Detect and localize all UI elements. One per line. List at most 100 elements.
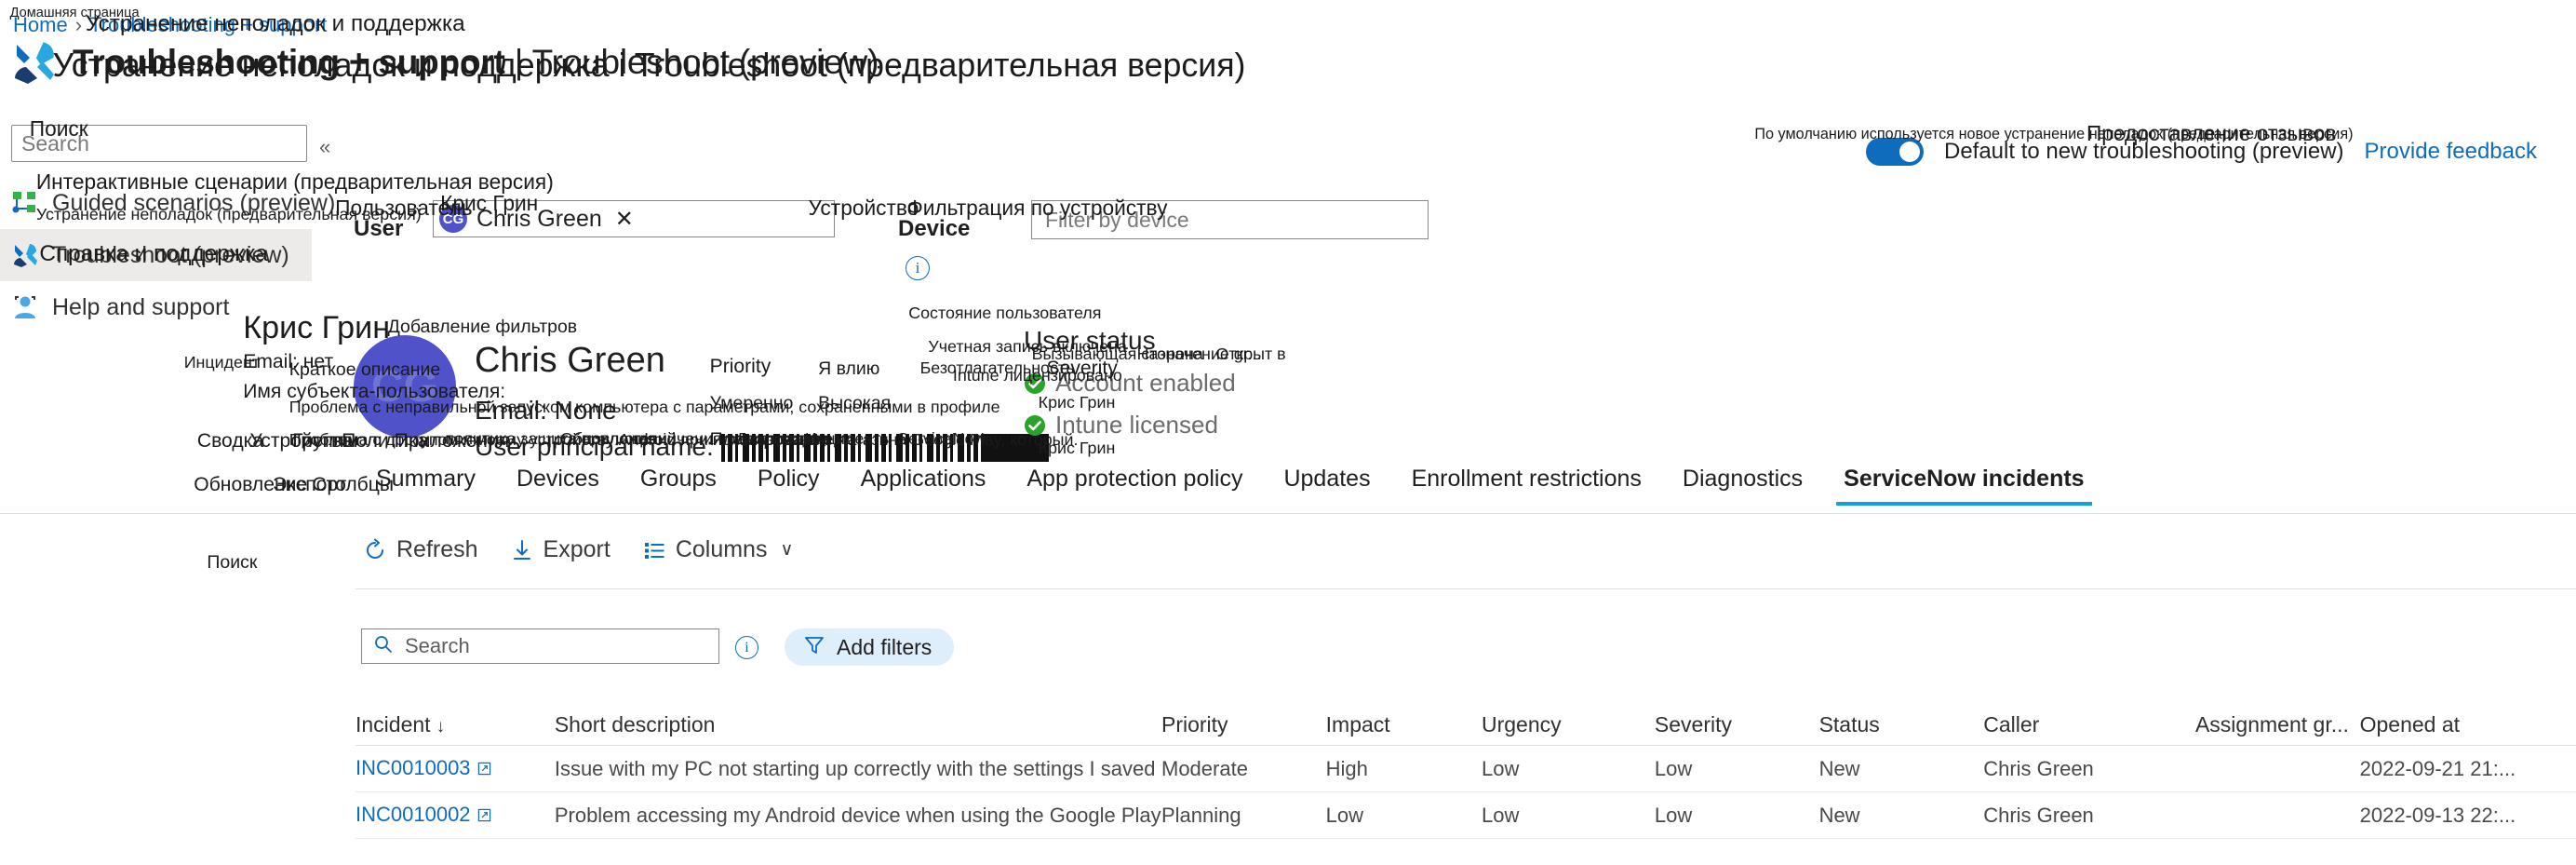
column-header-incident[interactable]: Incident ↓ bbox=[356, 712, 555, 737]
toggle-knob bbox=[1898, 142, 1920, 162]
table-header-row: Incident ↓ Short description Priority Imp… bbox=[356, 703, 2576, 746]
profile-upn-label: User principal name: bbox=[475, 432, 714, 461]
device-filter-input[interactable]: Filter by device bbox=[1031, 200, 1429, 239]
table-row: INC0010003 Issue with my PC not starting… bbox=[356, 746, 2576, 792]
search-input[interactable]: Search bbox=[361, 628, 719, 664]
tab-app-protection-policy[interactable]: App protection policy bbox=[1006, 466, 1263, 506]
avatar: CG bbox=[354, 335, 456, 438]
user-status-label: Account enabled bbox=[1055, 369, 1236, 397]
search-icon bbox=[373, 634, 394, 659]
columns-label: Columns bbox=[675, 536, 768, 562]
refresh-icon bbox=[363, 538, 387, 562]
sidebar-item-guided-scenarios[interactable]: Guided scenarios (preview) bbox=[0, 177, 335, 229]
cell-status: New bbox=[1818, 803, 1860, 827]
user-chip-name: Chris Green bbox=[476, 205, 602, 232]
export-label: Export bbox=[543, 536, 610, 562]
breadcrumb-separator: › bbox=[74, 13, 83, 36]
sort-descending-icon: ↓ bbox=[436, 716, 446, 737]
sidebar-item-help-and-support[interactable]: Help and support bbox=[0, 281, 312, 333]
page-title-sub: Troubleshoot (preview) bbox=[531, 43, 879, 81]
user-status-item: Intune licensed bbox=[1024, 411, 1236, 439]
column-header-short-description[interactable]: Short description bbox=[555, 712, 1161, 737]
tab-updates[interactable]: Updates bbox=[1263, 466, 1390, 506]
tab-applications[interactable]: Applications bbox=[840, 466, 1007, 506]
export-button[interactable]: Export bbox=[510, 536, 610, 563]
tab-diagnostics[interactable]: Diagnostics bbox=[1662, 466, 1823, 506]
breadcrumb: Home › Troubleshooting + support bbox=[13, 13, 327, 37]
page-title: Troubleshooting + support | Troubleshoot… bbox=[73, 43, 879, 82]
breadcrumb-home-link[interactable]: Home bbox=[13, 13, 68, 36]
column-header-assignment-group[interactable]: Assignment gr... bbox=[2195, 712, 2360, 737]
cell-impact: High bbox=[1325, 756, 1368, 780]
column-header-severity[interactable]: Severity bbox=[1655, 712, 1819, 737]
incident-link[interactable]: INC0010002 bbox=[356, 803, 471, 826]
tab-bar: Summary Devices Groups Policy Applicatio… bbox=[356, 466, 2105, 506]
breadcrumb-current-link[interactable]: Troubleshooting + support bbox=[89, 13, 327, 36]
tab-summary[interactable]: Summary bbox=[356, 466, 496, 506]
page-title-row: Troubleshooting + support | Troubleshoot… bbox=[9, 37, 879, 88]
overlay-text: Добавление фильтров bbox=[387, 317, 578, 338]
open-in-new-icon[interactable] bbox=[477, 757, 491, 781]
tab-enrollment-restrictions[interactable]: Enrollment restrictions bbox=[1391, 466, 1662, 506]
column-header-status[interactable]: Status bbox=[1819, 712, 1984, 737]
device-filter-placeholder: Filter by device bbox=[1045, 207, 1189, 232]
cell-caller: Chris Green bbox=[1983, 756, 2094, 780]
column-header-caller[interactable]: Caller bbox=[1983, 712, 2195, 737]
overlay-text: Устройства bbox=[249, 429, 353, 452]
user-status-panel: User status Account enabled Intune licen… bbox=[1024, 326, 1236, 439]
cell-priority: Moderate bbox=[1161, 756, 1248, 780]
tab-groups[interactable]: Groups bbox=[620, 466, 737, 506]
guided-scenarios-icon bbox=[11, 189, 39, 217]
info-icon[interactable]: i bbox=[906, 256, 930, 280]
wrench-screwdriver-icon bbox=[9, 37, 60, 88]
profile-name: Chris Green bbox=[475, 341, 665, 380]
column-header-priority[interactable]: Priority bbox=[1161, 712, 1326, 737]
check-circle-icon bbox=[1024, 372, 1046, 395]
profile-upn-redacted-value bbox=[720, 434, 1049, 462]
top-right-controls: Default to new troubleshooting (preview)… bbox=[1865, 138, 2537, 166]
cell-incident: INC0010003 bbox=[356, 756, 555, 781]
add-filters-button[interactable]: Add filters bbox=[785, 628, 955, 666]
overlay-text: Инцидент bbox=[183, 353, 261, 372]
column-header-impact[interactable]: Impact bbox=[1326, 712, 1482, 737]
overlay-text: Поиск bbox=[207, 551, 258, 573]
incident-link[interactable]: INC0010003 bbox=[356, 756, 471, 779]
table-row: INC0010002 Problem accessing my Android … bbox=[356, 792, 2576, 839]
refresh-button[interactable]: Refresh bbox=[363, 536, 478, 563]
device-filter-label: Device bbox=[898, 216, 971, 241]
sidebar-item-label: Help and support bbox=[52, 293, 230, 320]
close-icon[interactable]: ✕ bbox=[615, 206, 634, 233]
tab-devices[interactable]: Devices bbox=[496, 466, 620, 506]
cell-opened-at: 2022-09-21 21:... bbox=[2359, 756, 2516, 780]
user-filter-label: User bbox=[354, 216, 404, 241]
add-filters-label: Add filters bbox=[837, 634, 932, 659]
column-header-urgency[interactable]: Urgency bbox=[1482, 712, 1655, 737]
sidebar-item-troubleshoot[interactable]: Troubleshoot (preview) bbox=[0, 229, 312, 281]
chevron-down-icon[interactable]: ∨ bbox=[780, 539, 793, 561]
cell-urgency: Low bbox=[1481, 756, 1520, 780]
cell-short-description: Problem accessing my Android device when… bbox=[554, 803, 1161, 827]
collapse-sidebar-icon[interactable]: « bbox=[319, 135, 330, 159]
sidebar-search-input[interactable]: Search bbox=[11, 125, 307, 162]
cell-incident: INC0010002 bbox=[356, 803, 555, 828]
overlay-text: Состояние пользователя bbox=[908, 304, 1102, 323]
cell-severity: Low bbox=[1654, 756, 1693, 780]
tab-policy[interactable]: Policy bbox=[737, 466, 840, 506]
cell-caller: Chris Green bbox=[1983, 803, 2094, 827]
open-in-new-icon[interactable] bbox=[477, 804, 491, 828]
tab-servicenow-incidents[interactable]: ServiceNow incidents bbox=[1823, 466, 2104, 506]
overlay-text: Высокая bbox=[818, 392, 892, 413]
wrench-screwdriver-icon bbox=[11, 241, 39, 269]
download-icon bbox=[510, 538, 534, 562]
user-status-heading: User status bbox=[1024, 326, 1156, 355]
column-label: Incident bbox=[356, 711, 431, 737]
more-actions-button[interactable]: ··· bbox=[875, 54, 903, 80]
user-filter-input[interactable]: CG Chris Green ✕ bbox=[433, 200, 835, 237]
provide-feedback-link[interactable]: Provide feedback bbox=[2365, 139, 2537, 165]
columns-button[interactable]: Columns ∨ bbox=[642, 536, 793, 563]
cell-status: New bbox=[1818, 756, 1860, 780]
check-circle-icon bbox=[1024, 414, 1046, 437]
column-header-opened-at[interactable]: Opened at bbox=[2360, 712, 2576, 737]
default-new-troubleshooting-toggle[interactable] bbox=[1865, 138, 1924, 166]
info-icon[interactable]: i bbox=[735, 636, 758, 659]
